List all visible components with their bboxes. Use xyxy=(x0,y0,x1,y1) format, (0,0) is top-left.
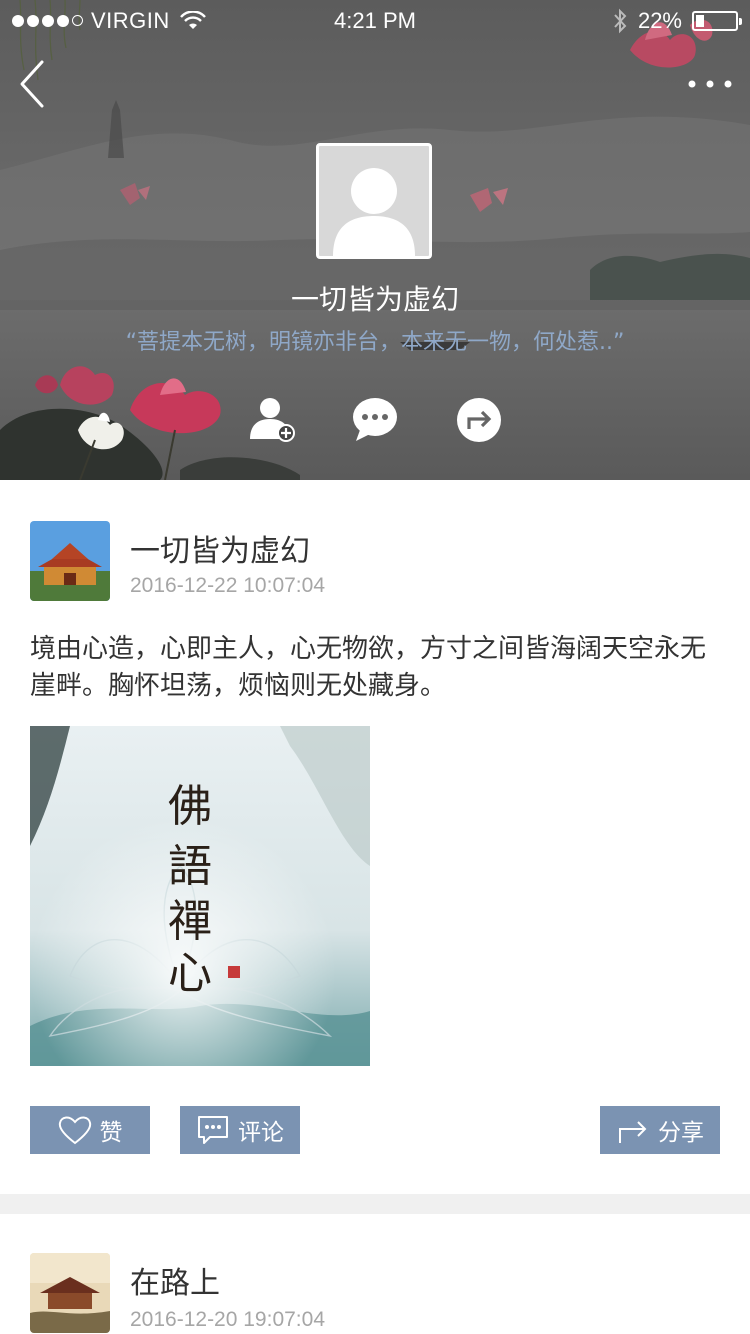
add-friend-icon xyxy=(250,398,295,442)
post-author-name[interactable]: 在路上 xyxy=(130,1258,220,1302)
profile-name: 一切皆为虚幻 xyxy=(290,283,459,316)
share-arrow-icon xyxy=(457,398,501,442)
chat-bubble-icon xyxy=(353,398,397,441)
chevron-left-icon xyxy=(20,60,44,108)
post-image[interactable]: 佛 語 禪 心 xyxy=(30,726,370,1066)
bluetooth-icon xyxy=(614,8,627,34)
more-button[interactable] xyxy=(684,70,736,98)
calligraphy-char: 禪 xyxy=(168,896,212,947)
profile-signature: “菩提本无树，明镜亦非台，本来无一物，何处惹..” xyxy=(125,330,625,355)
profile-avatar[interactable] xyxy=(316,143,432,259)
comment-label: 评论 xyxy=(238,1120,284,1146)
battery-percent: 22% xyxy=(637,8,682,33)
default-user-icon xyxy=(333,168,415,256)
share-label: 分享 xyxy=(658,1120,704,1146)
calligraphy-char: 心 xyxy=(168,948,212,999)
calligraphy-char: 佛 xyxy=(168,781,212,832)
chat-button[interactable] xyxy=(350,395,400,445)
post-card xyxy=(0,1214,750,1334)
share-button[interactable]: 分享 xyxy=(600,1106,720,1154)
post-author-name[interactable]: 一切皆为虚幻 xyxy=(130,526,310,570)
share-profile-button[interactable] xyxy=(454,395,504,445)
post-author-avatar[interactable] xyxy=(30,1253,110,1333)
comment-button[interactable]: 评论 xyxy=(180,1106,300,1154)
heart-icon xyxy=(58,1116,91,1145)
post-text: 境由心造，心即主人，心无物欲，方寸之间皆海阔天空永无崖畔。胸怀坦荡，烦恼则无处藏… xyxy=(30,634,707,701)
battery-icon xyxy=(692,11,742,31)
seal-stamp xyxy=(228,966,240,978)
share-icon xyxy=(619,1121,647,1143)
status-bar: VIRGIN 4:21 PM 22% xyxy=(0,0,750,40)
like-label: 赞 xyxy=(99,1120,123,1146)
post-author-avatar[interactable] xyxy=(30,521,110,601)
comment-icon xyxy=(198,1116,228,1144)
post-timestamp: 2016-12-20 19:07:04 xyxy=(130,1308,325,1331)
calligraphy-char: 語 xyxy=(168,841,212,892)
add-friend-button[interactable] xyxy=(248,395,298,445)
like-button[interactable]: 赞 xyxy=(30,1106,150,1154)
post-timestamp: 2016-12-22 10:07:04 xyxy=(130,574,325,597)
profile-header: VIRGIN 4:21 PM 22% 一切皆为虚幻 “菩提本无树，明镜亦非台，本… xyxy=(0,0,750,480)
back-button[interactable] xyxy=(14,56,54,112)
ellipsis-icon xyxy=(688,80,732,88)
